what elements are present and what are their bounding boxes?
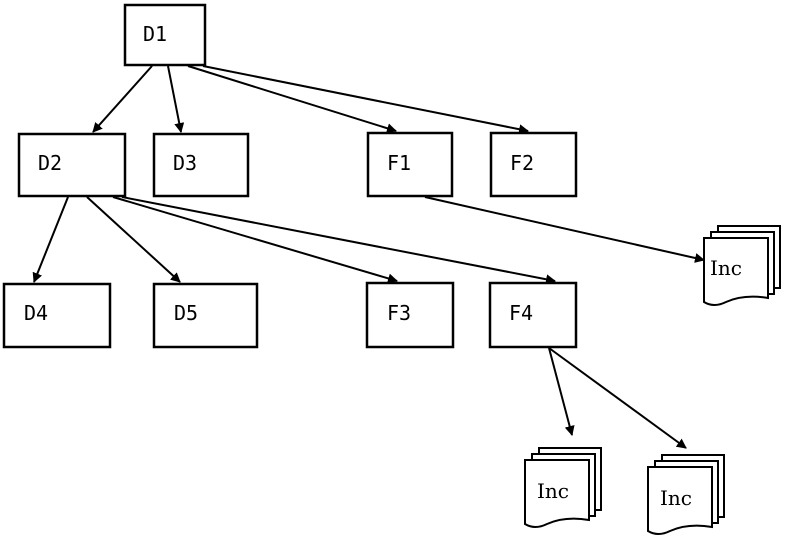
node-F1: F1: [366, 131, 454, 198]
node-label: D2: [38, 151, 62, 175]
node-label: F3: [387, 301, 411, 325]
node-F3: F3: [365, 281, 455, 349]
node-label: Inc: [660, 486, 692, 510]
node-label: Inc: [537, 479, 569, 503]
node-D5: D5: [152, 282, 259, 349]
edge-f4-to-inc3: [548, 347, 687, 449]
edge-d2-to-d5: [86, 196, 181, 283]
edge-d1-to-d2: [92, 65, 153, 133]
node-F2: F2: [489, 131, 578, 198]
doc-stack-inc-3: Inc: [647, 454, 725, 535]
node-label: F1: [387, 151, 411, 175]
node-D4: D4: [2, 282, 112, 349]
node-label: F4: [509, 301, 533, 325]
doc-stack-inc-2: Inc: [524, 447, 602, 528]
node-label: D1: [143, 22, 167, 46]
tree-diagram: D1 D2 D3 F1 F2 D4 D5 F3 F4 Inc Inc Inc: [2, 3, 781, 535]
edge-d2-to-d4: [32, 196, 69, 283]
edge-d1-to-d3: [167, 65, 185, 133]
doc-stack-inc-1: Inc: [703, 225, 781, 306]
node-label: Inc: [710, 256, 742, 280]
node-label: D4: [24, 301, 48, 325]
node-label: D3: [173, 151, 197, 175]
node-D3: D3: [152, 132, 250, 198]
edge-d2-to-f4: [121, 196, 556, 285]
edge-f1-to-inc1: [424, 196, 705, 263]
node-label: D5: [174, 301, 198, 325]
node-F4: F4: [488, 281, 578, 349]
node-D1: D1: [123, 3, 207, 67]
node-D2: D2: [17, 132, 127, 198]
edge-d2-to-f3: [112, 196, 398, 284]
node-label: F2: [510, 151, 534, 175]
